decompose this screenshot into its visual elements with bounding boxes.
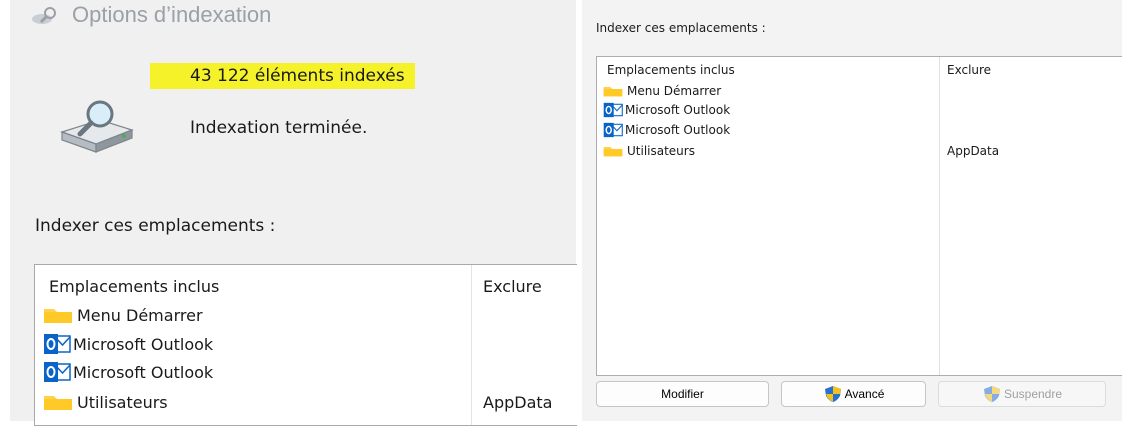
list-item[interactable]: Microsoft Outlook	[43, 331, 213, 357]
uac-shield-icon	[824, 386, 841, 402]
location-name: Utilisateurs	[627, 144, 695, 158]
location-name: Utilisateurs	[77, 392, 168, 412]
window-title: Options d’indexation	[72, 2, 272, 27]
folder-icon	[603, 147, 623, 157]
outlook-icon	[603, 102, 623, 118]
column-header-exclude[interactable]: Exclure	[947, 63, 991, 77]
locations-label: Indexer ces emplacements :	[596, 21, 766, 35]
column-header-included[interactable]: Emplacements inclus	[49, 277, 219, 296]
indexing-status: Indexation terminée.	[190, 118, 368, 138]
list-item[interactable]: Menu Démarrer	[43, 302, 203, 328]
location-name: Microsoft Outlook	[73, 334, 214, 354]
advanced-button-label: Avancé	[844, 387, 885, 401]
advanced-button[interactable]: Avancé	[781, 381, 926, 407]
folder-icon	[44, 309, 72, 323]
suspend-button[interactable]: Suspendre	[938, 381, 1106, 407]
outlook-icon	[44, 362, 71, 382]
list-item[interactable]: Utilisateurs	[43, 389, 168, 415]
list-item[interactable]: Menu Démarrer	[603, 81, 721, 101]
modify-button[interactable]: Modifier	[596, 381, 769, 407]
column-header-exclude[interactable]: Exclure	[483, 277, 542, 296]
list-item[interactable]: Utilisateurs	[603, 141, 695, 161]
window-edge	[0, 0, 10, 421]
outlook-icon	[603, 122, 623, 138]
exclude-value: AppData	[483, 393, 553, 412]
location-name: Menu Démarrer	[627, 84, 722, 98]
modify-button-label: Modifier	[661, 387, 704, 401]
location-name: Menu Démarrer	[77, 305, 203, 325]
column-divider[interactable]	[939, 57, 940, 375]
column-divider[interactable]	[471, 265, 472, 425]
uac-shield-icon	[983, 386, 1000, 402]
drive-search-icon	[60, 100, 134, 153]
folder-icon	[603, 87, 623, 97]
suspend-button-label: Suspendre	[1003, 387, 1063, 401]
included-locations-list[interactable]: Emplacements inclus Exclure Menu Démarre…	[34, 264, 577, 426]
folder-icon	[44, 396, 72, 410]
included-locations-list[interactable]: Emplacements inclus Exclure Menu Démarre…	[596, 56, 1122, 376]
list-item[interactable]: Microsoft Outlook	[603, 100, 730, 120]
location-name: Microsoft Outlook	[625, 123, 731, 137]
indexed-items-count: 43 122 éléments indexés	[150, 63, 415, 89]
exclude-value: AppData	[947, 144, 1000, 158]
list-item[interactable]: Microsoft Outlook	[43, 359, 213, 385]
location-name: Microsoft Outlook	[625, 103, 731, 117]
outlook-icon	[44, 334, 71, 354]
indexing-options-icon	[32, 7, 56, 24]
location-name: Microsoft Outlook	[73, 362, 214, 382]
list-item[interactable]: Microsoft Outlook	[603, 120, 730, 140]
locations-label: Indexer ces emplacements :	[35, 216, 276, 236]
column-header-included[interactable]: Emplacements inclus	[607, 63, 735, 77]
